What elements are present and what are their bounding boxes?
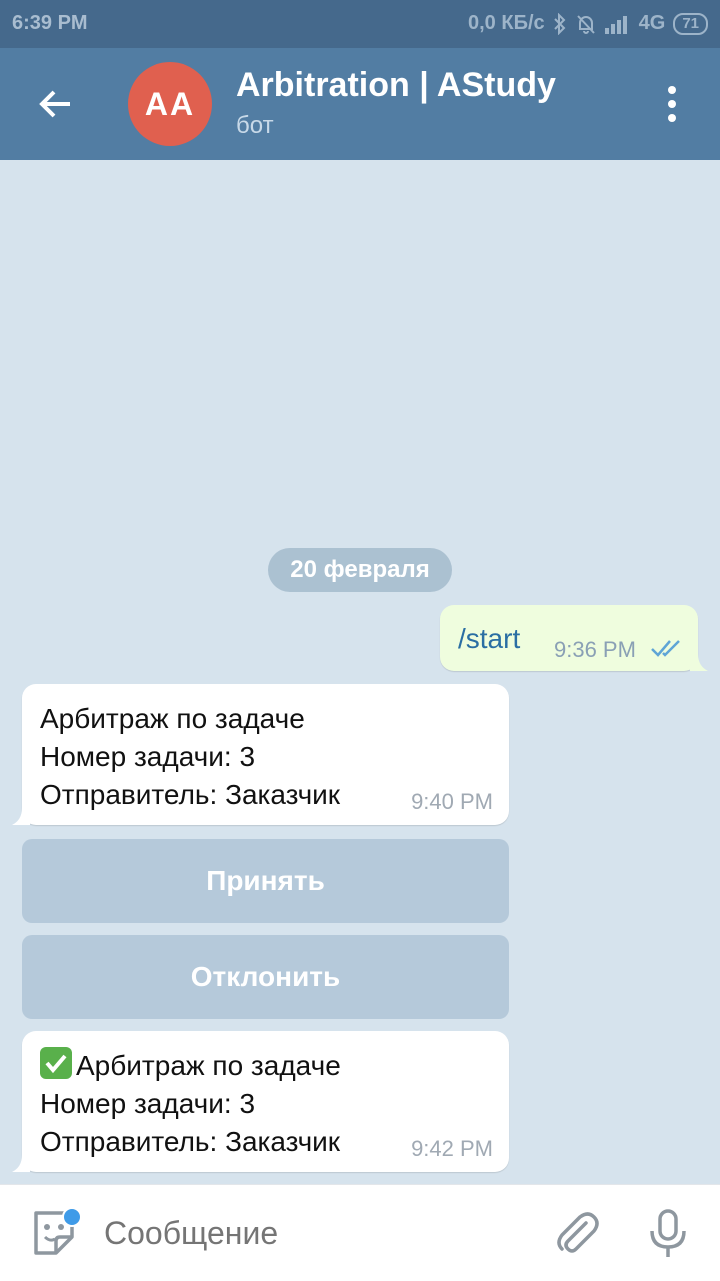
bubble-tail: [12, 808, 30, 825]
message-time: 9:40 PM: [411, 789, 493, 814]
signal-icon: [604, 15, 627, 34]
message-line-text: Арбитраж по задаче: [76, 1050, 341, 1081]
incoming-message[interactable]: Арбитраж по задаче Номер задачи: 3 Отпра…: [22, 684, 509, 825]
date-separator: 20 февраля: [268, 548, 452, 592]
message-line: Номер задачи: 3: [40, 741, 256, 772]
chat-header: AA Arbitration | AStudy бот: [0, 48, 720, 160]
avatar[interactable]: AA: [128, 62, 212, 146]
message-input-bar: [0, 1184, 720, 1281]
chat-subtitle: бот: [236, 112, 274, 139]
incoming-message[interactable]: Арбитраж по задаче Номер задачи: 3 Отпра…: [22, 1031, 509, 1172]
attach-icon[interactable]: [552, 1209, 600, 1257]
double-check-icon: [651, 640, 680, 657]
message-line: Арбитраж по задаче: [40, 703, 305, 734]
message-line: Отправитель: Заказчик: [40, 1126, 341, 1157]
mic-icon[interactable]: [646, 1207, 690, 1259]
bubble-tail: [12, 1155, 30, 1172]
outgoing-message[interactable]: /start 9:36 PM: [440, 605, 698, 671]
bubble-tail: [690, 654, 708, 671]
bluetooth-icon: [553, 12, 566, 35]
message-line: Номер задачи: 3: [40, 1088, 256, 1119]
network-type: 4G: [638, 12, 666, 34]
status-time: 6:39 PM: [12, 12, 88, 34]
chat-title[interactable]: Arbitration | AStudy: [236, 66, 556, 105]
accept-button[interactable]: Принять: [22, 839, 509, 923]
reject-button[interactable]: Отклонить: [22, 935, 509, 1019]
message-line: Отправитель: Заказчик: [40, 779, 341, 810]
message-time: 9:42 PM: [411, 1136, 493, 1161]
network-speed: 0,0 КБ/с: [468, 12, 545, 34]
more-vertical-icon[interactable]: [652, 84, 692, 124]
mute-bell-icon: [576, 14, 595, 34]
battery-icon: 71: [673, 12, 708, 35]
status-bar: 6:39 PM 0,0 КБ/с 4G 71: [0, 0, 720, 48]
message-line: Арбитраж по задаче: [40, 1047, 341, 1085]
back-arrow-icon[interactable]: [36, 84, 76, 124]
message-time: 9:36 PM: [554, 637, 636, 662]
message-input[interactable]: [104, 1215, 524, 1252]
check-mark-emoji-icon: [40, 1047, 72, 1079]
message-text: /start: [458, 623, 521, 654]
status-icons: 0,0 КБ/с 4G 71: [468, 12, 708, 35]
notification-dot: [62, 1207, 82, 1227]
